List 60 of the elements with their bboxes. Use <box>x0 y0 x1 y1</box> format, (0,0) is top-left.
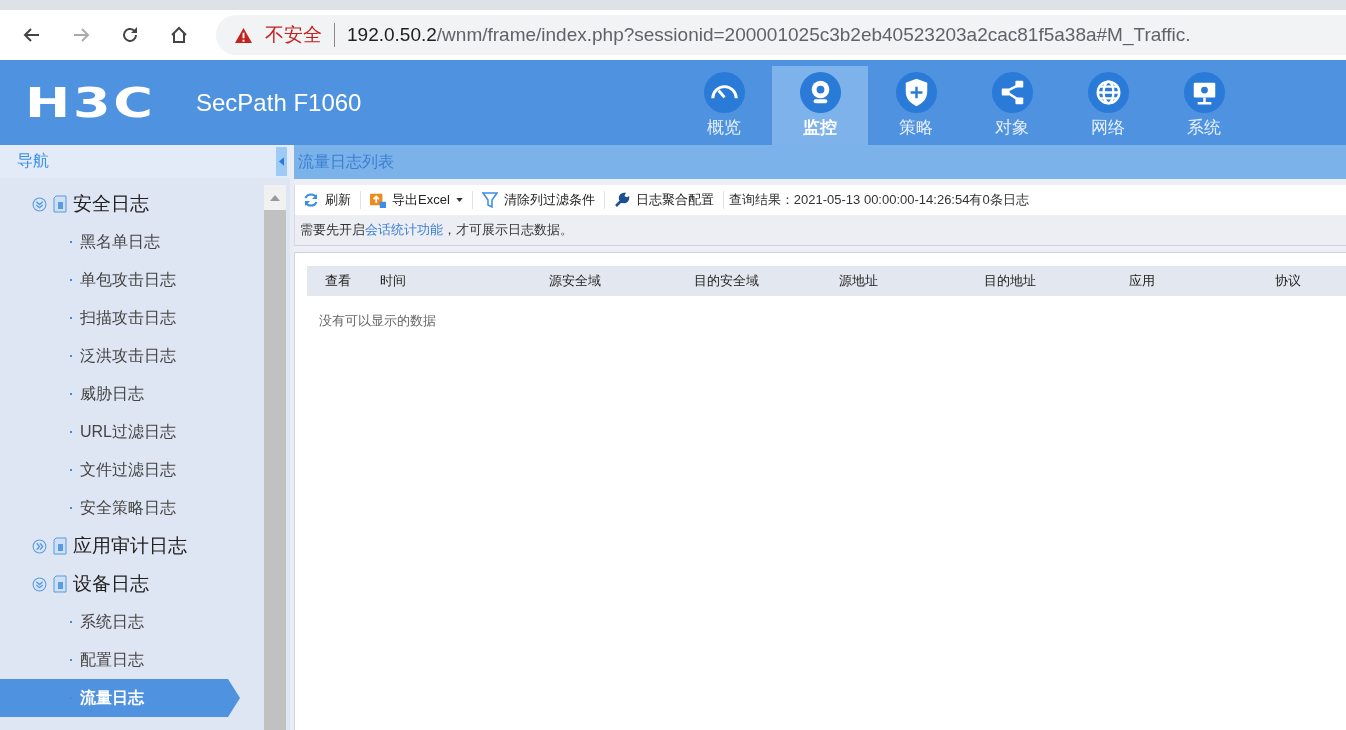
config-button[interactable]: 日志聚合配置 <box>609 191 718 209</box>
product-name: SecPath F1060 <box>196 88 362 117</box>
document-icon <box>53 537 67 555</box>
shield-icon <box>894 71 938 114</box>
query-result: 查询结果：2021-05-13 00:00:00-14:26:54有0条日志 <box>728 191 1029 209</box>
tree-item[interactable]: 系统日志 <box>0 603 228 641</box>
caret-icon <box>279 157 284 166</box>
scroll-up-icon[interactable] <box>270 195 280 201</box>
notice-text: 需要先开启会话统计功能，才可展示日志数据。 <box>300 221 573 239</box>
filter-icon <box>481 192 498 208</box>
tree-item[interactable]: 黑名单日志 <box>0 223 228 261</box>
refresh-icon <box>303 192 319 208</box>
tree-item[interactable]: 扫描攻击日志 <box>0 299 228 337</box>
warning-icon <box>234 26 253 44</box>
tree-item[interactable]: 安全策略日志 <box>0 489 228 527</box>
scrollbar[interactable] <box>264 185 286 730</box>
wrench-icon <box>613 192 630 208</box>
sidebar-title: 导航 <box>17 151 49 171</box>
tree-item[interactable]: 配置日志 <box>0 641 228 679</box>
panel-title: 流量日志列表 <box>294 145 1346 179</box>
caret-icon <box>455 198 463 202</box>
tree-item[interactable]: 单包攻击日志 <box>0 261 228 299</box>
tree-group[interactable]: 应用审计日志 <box>0 527 264 565</box>
document-icon <box>53 195 67 213</box>
column-header[interactable]: 源安全域 <box>549 272 694 290</box>
expanded-icon <box>32 576 47 592</box>
column-header[interactable]: 目的安全域 <box>694 272 839 290</box>
reload-icon[interactable] <box>120 25 140 45</box>
security-label: 不安全 <box>265 23 322 47</box>
tree-item[interactable]: 泛洪攻击日志 <box>0 337 228 375</box>
column-header[interactable]: 查看 <box>307 272 380 290</box>
collapse-sidebar-button[interactable] <box>276 147 287 176</box>
address-bar[interactable]: 不安全 192.0.50.2/wnm/frame/index.php?sessionid=200001025c3b2eb40523203a2cac81f5a38a#M_Traffic. <box>216 15 1346 55</box>
tree-item[interactable]: URL过滤日志 <box>0 413 228 451</box>
expanded-icon <box>32 196 47 212</box>
document-icon <box>53 575 67 593</box>
column-header[interactable]: 协议 <box>1275 272 1346 290</box>
tree-item[interactable]: 文件过滤日志 <box>0 451 228 489</box>
session-stats-link[interactable]: 会话统计功能 <box>365 222 443 237</box>
url-text: 192.0.50.2/wnm/frame/index.php?sessionid=200001025c3b2eb40523203a2cac81f5a38a#M_Traffic. <box>347 24 1191 46</box>
home-icon[interactable] <box>169 25 189 45</box>
refresh-button[interactable]: 刷新 <box>299 191 355 209</box>
tree-item[interactable]: 威胁日志 <box>0 375 228 413</box>
export-icon <box>370 192 386 208</box>
empty-message: 没有可以显示的数据 <box>318 312 437 330</box>
clear-filter-button[interactable]: 清除列过滤条件 <box>477 191 599 209</box>
column-header[interactable]: 源地址 <box>839 272 984 290</box>
webcam-icon <box>798 71 842 114</box>
monitor-icon <box>1182 71 1226 114</box>
column-header[interactable]: 应用 <box>1129 272 1275 290</box>
export-button[interactable]: 导出Excel <box>366 191 467 209</box>
tree-group[interactable]: 设备日志 <box>0 565 264 603</box>
gauge-icon <box>702 71 746 114</box>
share-icon <box>990 71 1034 114</box>
logo: H3C <box>25 82 157 123</box>
globe-icon <box>1086 71 1130 114</box>
column-header[interactable]: 时间 <box>380 272 549 290</box>
column-header[interactable]: 目的地址 <box>984 272 1129 290</box>
tree-group[interactable]: 安全日志 <box>0 185 264 223</box>
collapsed-icon <box>32 538 47 554</box>
